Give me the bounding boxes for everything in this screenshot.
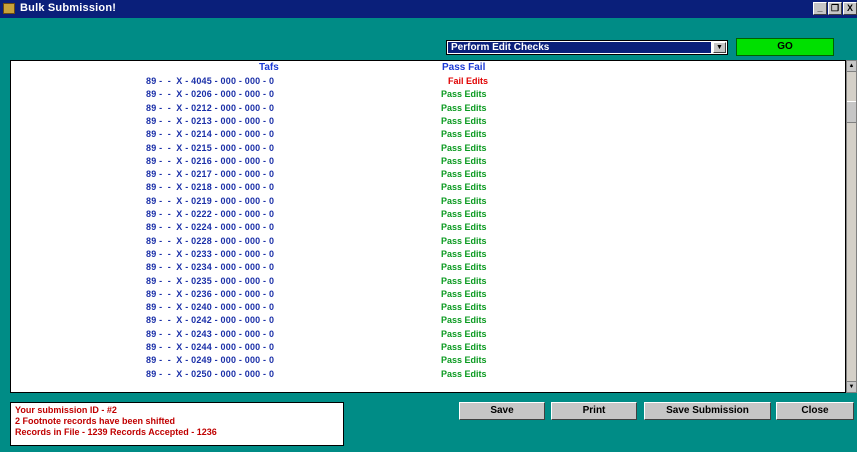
go-button[interactable]: GO — [736, 38, 834, 56]
close-window-button[interactable]: X — [843, 2, 857, 15]
window-title: Bulk Submission! — [20, 2, 117, 14]
tafs-code: 89 - - X - 0219 - 000 - 000 - 0 — [146, 195, 275, 206]
tafs-code: 89 - - X - 0217 - 000 - 000 - 0 — [146, 169, 275, 180]
list-item[interactable]: 89 - - X - 0224 - 000 - 000 - 0 Pass Edit… — [11, 221, 845, 234]
tafs-code: 89 - - X - 0249 - 000 - 000 - 0 — [146, 355, 275, 366]
edit-status: Pass Edits — [441, 115, 487, 126]
records-summary-text: Records in File - 1239 Records Accepted … — [15, 427, 217, 437]
list-item[interactable]: 89 - - X - 0222 - 000 - 000 - 0 Pass Edit… — [11, 208, 845, 221]
tafs-code: 89 - - X - 0218 - 000 - 000 - 0 — [146, 182, 275, 193]
edit-status: Pass Edits — [441, 302, 487, 313]
list-item[interactable]: 89 - - X - 0219 - 000 - 000 - 0 Pass Edit… — [11, 195, 845, 208]
list-item[interactable]: 89 - - X - 0250 - 000 - 000 - 0 Pass Edit… — [11, 368, 845, 381]
edit-status: Pass Edits — [441, 182, 487, 193]
edit-status: Pass Edits — [441, 102, 487, 113]
chevron-down-icon[interactable]: ▼ — [713, 42, 726, 53]
list-item[interactable]: 89 - - X - 0244 - 000 - 000 - 0 Pass Edit… — [11, 341, 845, 354]
vertical-scrollbar[interactable]: ▲ ▼ — [846, 60, 857, 393]
scroll-down-icon[interactable]: ▼ — [847, 381, 856, 392]
close-button[interactable]: Close — [776, 402, 854, 420]
print-button[interactable]: Print — [551, 402, 637, 420]
edit-status: Pass Edits — [441, 89, 487, 100]
edit-status: Pass Edits — [441, 368, 487, 379]
action-select-value: Perform Edit Checks — [448, 42, 711, 53]
title-bar: Bulk Submission! _ ❐ X — [0, 0, 857, 18]
tafs-code: 89 - - X - 0213 - 000 - 000 - 0 — [146, 115, 275, 126]
tafs-code: 89 - - X - 0250 - 000 - 000 - 0 — [146, 368, 275, 379]
list-item[interactable]: 89 - - X - 0217 - 000 - 000 - 0 Pass Edit… — [11, 168, 845, 181]
column-header-pass-fail: Pass Fail — [442, 62, 486, 73]
tafs-code: 89 - - X - 0214 - 000 - 000 - 0 — [146, 129, 275, 140]
edit-status: Pass Edits — [441, 288, 487, 299]
list-item[interactable]: 89 - - X - 0212 - 000 - 000 - 0 Pass Edit… — [11, 102, 845, 115]
list-item[interactable]: 89 - - X - 4045 - 000 - 000 - 0 Fail Edit… — [11, 75, 845, 88]
edit-status: Fail Edits — [448, 76, 489, 86]
edit-status: Pass Edits — [441, 142, 487, 153]
list-item[interactable]: 89 - - X - 0233 - 000 - 000 - 0 Pass Edit… — [11, 248, 845, 261]
tafs-code: 89 - - X - 0216 - 000 - 000 - 0 — [146, 155, 275, 166]
submission-message-box: Your submission ID - #2 2 Footnote recor… — [10, 402, 344, 446]
edit-status: Pass Edits — [441, 235, 487, 246]
list-item[interactable]: 89 - - X - 0236 - 000 - 000 - 0 Pass Edit… — [11, 288, 845, 301]
list-item[interactable]: 89 - - X - 0242 - 000 - 000 - 0 Pass Edit… — [11, 314, 845, 327]
list-item[interactable]: 89 - - X - 0213 - 000 - 000 - 0 Pass Edit… — [11, 115, 845, 128]
tafs-code: 89 - - X - 0224 - 000 - 000 - 0 — [146, 222, 275, 233]
results-list: Tafs Pass Fail 89 - - X - 4045 - 000 - 0… — [10, 60, 846, 393]
list-item[interactable]: 89 - - X - 0214 - 000 - 000 - 0 Pass Edit… — [11, 128, 845, 141]
list-item[interactable]: 89 - - X - 0235 - 000 - 000 - 0 Pass Edit… — [11, 275, 845, 288]
save-submission-button[interactable]: Save Submission — [644, 402, 771, 420]
list-item[interactable]: 89 - - X - 0206 - 000 - 000 - 0 Pass Edit… — [11, 88, 845, 101]
tafs-code: 89 - - X - 4045 - 000 - 000 - 0 — [146, 76, 275, 86]
tafs-code: 89 - - X - 0228 - 000 - 000 - 0 — [146, 235, 275, 246]
list-item[interactable]: 89 - - X - 0234 - 000 - 000 - 0 Pass Edit… — [11, 261, 845, 274]
edit-status: Pass Edits — [441, 262, 487, 273]
restore-button[interactable]: ❐ — [828, 2, 842, 15]
edit-status: Pass Edits — [441, 342, 487, 352]
edit-status: Pass Edits — [441, 222, 487, 233]
edit-status: Pass Edits — [441, 155, 487, 166]
edit-status: Pass Edits — [441, 129, 487, 140]
list-item[interactable]: 89 - - X - 0216 - 000 - 000 - 0 Pass Edit… — [11, 155, 845, 168]
footnote-shift-text: 2 Footnote records have been shifted — [15, 416, 176, 426]
tafs-code: 89 - - X - 0233 - 000 - 000 - 0 — [146, 248, 275, 259]
list-item[interactable]: 89 - - X - 0240 - 000 - 000 - 0 Pass Edit… — [11, 301, 845, 314]
list-item[interactable]: 89 - - X - 0228 - 000 - 000 - 0 Pass Edit… — [11, 235, 845, 248]
scroll-thumb[interactable] — [847, 101, 856, 123]
tafs-code: 89 - - X - 0236 - 000 - 000 - 0 — [146, 288, 275, 299]
column-header-tafs: Tafs — [259, 62, 279, 73]
tafs-code: 89 - - X - 0212 - 000 - 000 - 0 — [146, 102, 275, 113]
tafs-code: 89 - - X - 0215 - 000 - 000 - 0 — [146, 142, 275, 153]
tafs-code: 89 - - X - 0243 - 000 - 000 - 0 — [146, 328, 275, 339]
tafs-code: 89 - - X - 0242 - 000 - 000 - 0 — [146, 315, 275, 326]
list-item[interactable]: 89 - - X - 0249 - 000 - 000 - 0 Pass Edit… — [11, 354, 845, 367]
app-icon — [3, 3, 15, 14]
list-item[interactable]: 89 - - X - 0243 - 000 - 000 - 0 Pass Edit… — [11, 328, 845, 341]
edit-status: Pass Edits — [441, 195, 487, 206]
minimize-button[interactable]: _ — [813, 2, 827, 15]
edit-status: Pass Edits — [441, 355, 487, 366]
tafs-code: 89 - - X - 0244 - 000 - 000 - 0 — [146, 342, 275, 352]
tafs-code: 89 - - X - 0222 - 000 - 000 - 0 — [146, 209, 275, 219]
edit-status: Pass Edits — [441, 275, 487, 286]
list-item[interactable]: 89 - - X - 0215 - 000 - 000 - 0 Pass Edit… — [11, 142, 845, 155]
action-select[interactable]: Perform Edit Checks ▼ — [446, 40, 728, 55]
submission-id-text: Your submission ID - #2 — [15, 405, 117, 415]
tafs-code: 89 - - X - 0235 - 000 - 000 - 0 — [146, 275, 275, 286]
save-button[interactable]: Save — [459, 402, 545, 420]
list-item[interactable]: 89 - - X - 0218 - 000 - 000 - 0 Pass Edit… — [11, 181, 845, 194]
scroll-up-icon[interactable]: ▲ — [847, 61, 856, 72]
edit-status: Pass Edits — [441, 169, 487, 180]
tafs-code: 89 - - X - 0206 - 000 - 000 - 0 — [146, 89, 275, 100]
tafs-code: 89 - - X - 0234 - 000 - 000 - 0 — [146, 262, 275, 273]
edit-status: Pass Edits — [441, 315, 487, 326]
edit-status: Pass Edits — [441, 209, 487, 219]
edit-status: Pass Edits — [441, 248, 487, 259]
tafs-code: 89 - - X - 0240 - 000 - 000 - 0 — [146, 302, 275, 313]
edit-status: Pass Edits — [441, 328, 487, 339]
